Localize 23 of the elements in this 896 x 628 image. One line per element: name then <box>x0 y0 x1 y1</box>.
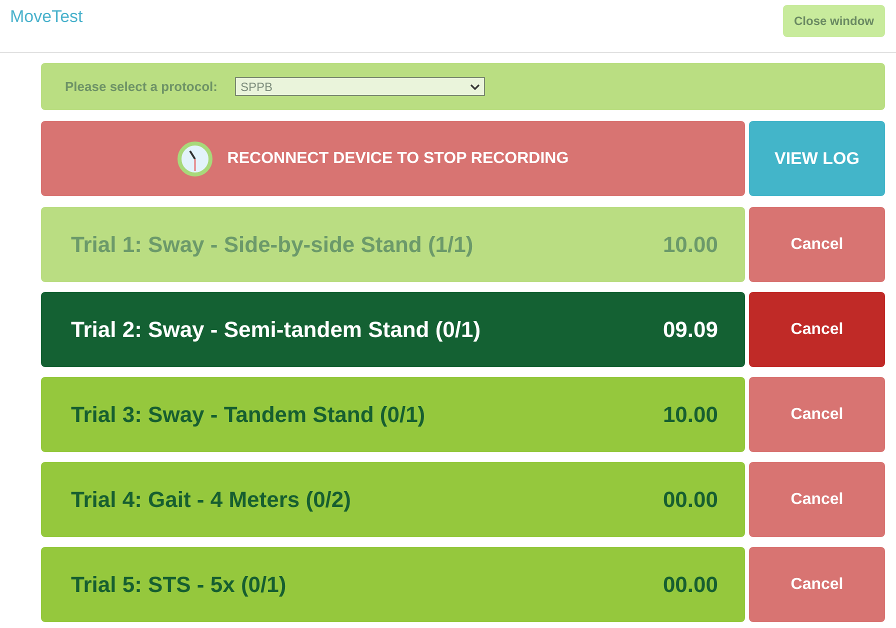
trial-title: Trial 4: Gait - 4 Meters (0/2) <box>71 486 351 512</box>
chevron-icon <box>470 84 480 90</box>
protocol-label: Please select a protocol: <box>65 79 218 94</box>
cancel-button[interactable]: Cancel <box>749 292 885 367</box>
protocol-dropdown[interactable]: SPPB <box>235 77 486 96</box>
cancel-button[interactable]: Cancel <box>749 462 885 537</box>
cancel-button[interactable]: Cancel <box>749 547 885 622</box>
trial-timer: 10.00 <box>662 232 718 258</box>
trial-timer: 10.00 <box>662 402 718 428</box>
trial-title: Trial 2: Sway - Semi-tandem Stand (0/1) <box>71 316 481 342</box>
trial-timer: 00.00 <box>662 572 718 598</box>
clock-icon <box>177 140 214 176</box>
close-window-button[interactable]: Close window <box>782 5 885 37</box>
cancel-button[interactable]: Cancel <box>749 377 885 452</box>
view-log-button[interactable]: VIEW LOG <box>749 121 885 196</box>
trial-title: Trial 1: Sway - Side-by-side Stand (1/1) <box>71 232 474 258</box>
trial-title: Trial 5: STS - 5x (0/1) <box>71 572 286 598</box>
trial-timer: 00.00 <box>662 486 718 512</box>
banner-text: RECONNECT DEVICE TO STOP RECORDING <box>227 150 569 168</box>
cancel-button[interactable]: Cancel <box>749 207 885 282</box>
trial-timer: 09.09 <box>662 316 718 342</box>
trial-title: Trial 3: Sway - Tandem Stand (0/1) <box>71 402 426 428</box>
app-title: MoveTest <box>10 7 83 27</box>
